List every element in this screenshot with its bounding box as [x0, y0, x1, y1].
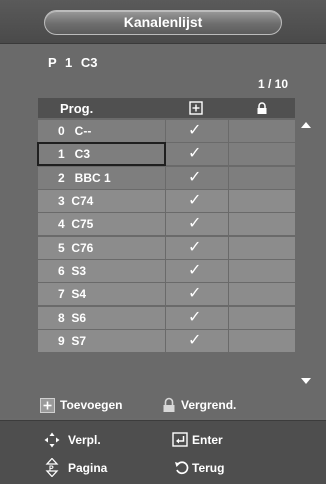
table-row[interactable]: 9 S7 ✓ [38, 330, 295, 353]
lock-cell[interactable] [229, 143, 295, 166]
checkmark-icon: ✓ [188, 308, 202, 326]
lock-icon [162, 397, 176, 413]
page-label: Pagina [68, 461, 108, 475]
lock-cell[interactable] [229, 306, 295, 329]
checkmark-icon: ✓ [188, 332, 202, 350]
legend-lock-label: Vergrend. [181, 398, 237, 412]
move-label: Verpl. [68, 433, 101, 447]
lock-cell[interactable] [229, 166, 295, 189]
add-cell[interactable]: ✓ [166, 260, 228, 283]
return-arrow-icon [174, 460, 189, 475]
page-title: Kanalenlijst [44, 10, 282, 35]
table-row[interactable]: 0 C-- ✓ [38, 120, 295, 142]
lock-cell[interactable] [229, 283, 295, 306]
table-row[interactable]: 6 S3 ✓ [38, 260, 295, 283]
bottom-bar: Verpl. Enter P Pagina Terug [0, 420, 326, 484]
legend-add-label: Toevoegen [60, 398, 123, 412]
checkmark-icon: ✓ [188, 262, 202, 280]
move-arrows-icon [44, 432, 60, 448]
svg-text:P: P [49, 466, 54, 473]
table-row[interactable]: 1 C3 ✓ [37, 142, 295, 167]
channel-label: 8 S6 [58, 310, 87, 325]
channel-table: 0 C-- ✓ 1 C3 ✓ 2 BBC 1 ✓ 3 C74 ✓ 4 C75 ✓ 5 C76 ✓ 6 S… [37, 120, 295, 353]
channel-name-cell[interactable]: 1 C3 [37, 142, 166, 167]
channel-name-cell[interactable]: 8 S6 [38, 306, 165, 329]
lock-cell[interactable] [229, 120, 295, 142]
channel-label: 1 C3 [58, 147, 91, 162]
table-row[interactable]: 3 C74 ✓ [38, 190, 295, 213]
add-cell[interactable]: ✓ [166, 190, 228, 213]
lock-cell[interactable] [229, 190, 295, 213]
add-cell[interactable]: ✓ [166, 143, 228, 166]
table-row[interactable]: 7 S4 ✓ [38, 283, 295, 306]
add-box-icon [189, 101, 203, 115]
table-header: Prog. [38, 98, 295, 118]
enter-icon [172, 432, 188, 447]
checkmark-icon: ✓ [188, 168, 202, 186]
enter-label: Enter [192, 433, 223, 447]
add-cell[interactable]: ✓ [166, 283, 228, 306]
lock-icon [255, 101, 269, 115]
checkmark-icon: ✓ [188, 122, 202, 139]
checkmark-icon: ✓ [188, 145, 202, 163]
channel-name-cell[interactable]: 3 C74 [38, 190, 165, 213]
channel-label: 5 C76 [58, 240, 94, 255]
channel-name-cell[interactable]: 9 S7 [38, 330, 165, 353]
add-cell[interactable]: ✓ [166, 236, 228, 259]
title-bar: Kanalenlijst [0, 0, 326, 44]
channel-label: 9 S7 [58, 334, 87, 349]
page-updown-icon: P [44, 458, 60, 477]
lock-cell[interactable] [229, 213, 295, 236]
table-row[interactable]: 5 C76 ✓ [38, 236, 295, 259]
channel-label: 3 C74 [58, 194, 94, 209]
channel-label: 2 BBC 1 [58, 170, 111, 185]
channel-name-cell[interactable]: 2 BBC 1 [38, 166, 165, 189]
checkmark-icon: ✓ [188, 285, 202, 303]
page-counter: 1 / 10 [258, 77, 289, 91]
scroll-down-arrow-icon[interactable] [301, 378, 311, 384]
channel-name-cell[interactable]: 4 C75 [38, 213, 165, 236]
channel-label: 7 S4 [58, 287, 87, 302]
channel-name-cell[interactable]: 0 C-- [38, 120, 165, 142]
add-cell[interactable]: ✓ [166, 306, 228, 329]
channel-name-cell[interactable]: 7 S4 [38, 283, 165, 306]
add-cell[interactable]: ✓ [166, 120, 228, 142]
lock-cell[interactable] [229, 330, 295, 353]
add-cell[interactable]: ✓ [166, 166, 228, 189]
add-box-icon [40, 398, 55, 413]
channel-label: 4 C75 [58, 217, 94, 232]
column-header-prog: Prog. [60, 101, 94, 116]
checkmark-icon: ✓ [188, 215, 202, 233]
table-row[interactable]: 4 C75 ✓ [38, 213, 295, 236]
add-cell[interactable]: ✓ [166, 330, 228, 353]
channel-label: 6 S3 [58, 264, 87, 279]
table-row[interactable]: 2 BBC 1 ✓ [38, 166, 295, 189]
channel-name-cell[interactable]: 6 S3 [38, 260, 165, 283]
checkmark-icon: ✓ [188, 192, 202, 210]
channel-label: 0 C-- [58, 124, 92, 138]
checkmark-icon: ✓ [188, 238, 202, 256]
lock-cell[interactable] [229, 236, 295, 259]
lock-cell[interactable] [229, 260, 295, 283]
table-row[interactable]: 8 S6 ✓ [38, 306, 295, 329]
current-program: P 1 C3 [48, 55, 98, 70]
channel-name-cell[interactable]: 5 C76 [38, 236, 165, 259]
channel-list-screen: Kanalenlijst P 1 C3 1 / 10 Prog. 0 C-- ✓ 1… [0, 0, 326, 484]
scroll-up-arrow-icon[interactable] [301, 122, 311, 128]
return-label: Terug [192, 461, 225, 475]
add-cell[interactable]: ✓ [166, 213, 228, 236]
